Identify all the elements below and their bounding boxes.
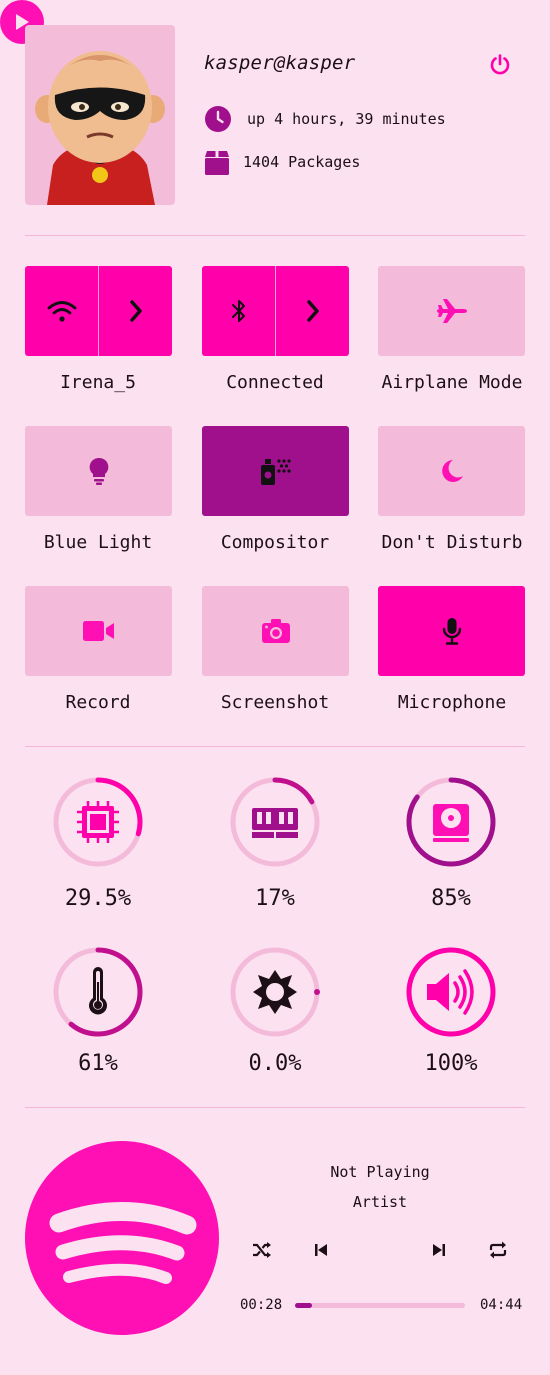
chevron-right-icon — [129, 300, 142, 322]
camera-icon — [261, 619, 290, 643]
record-label: Record — [65, 692, 131, 713]
airplane-icon — [436, 299, 467, 323]
video-camera-icon — [82, 621, 114, 641]
wifi-icon — [47, 301, 76, 322]
temperature-value: 61% — [78, 1051, 118, 1076]
cpu-icon — [77, 801, 119, 843]
username: kasper@kasper — [204, 52, 356, 74]
packages-count: 1404 Packages — [243, 153, 361, 171]
elapsed-time: 00:28 — [240, 1297, 283, 1313]
temperature-gauge — [52, 946, 144, 1038]
thermometer-icon — [89, 967, 107, 1015]
ram-gauge — [229, 776, 321, 868]
track-title: Not Playing — [330, 1163, 430, 1181]
power-icon — [490, 54, 510, 75]
spotify-logo — [25, 1141, 219, 1335]
next-button[interactable] — [427, 1238, 451, 1262]
clock-icon — [205, 106, 231, 132]
progress-bar[interactable] — [295, 1303, 465, 1308]
shuffle-icon — [253, 1242, 271, 1258]
wifi-menu-button[interactable] — [98, 266, 172, 356]
microphone-label: Microphone — [397, 692, 507, 713]
divider — [25, 235, 525, 236]
blue-light-label: Blue Light — [43, 532, 153, 553]
uptime-text: up 4 hours, 39 minutes — [247, 110, 446, 128]
volume-gauge[interactable] — [405, 946, 497, 1038]
wifi-tile — [25, 266, 172, 356]
brightness-gauge — [229, 946, 321, 1038]
microphone-toggle[interactable] — [378, 586, 525, 676]
screenshot-button[interactable] — [202, 586, 349, 676]
volume-icon — [427, 969, 474, 1015]
cpu-value: 29.5% — [64, 886, 132, 911]
bluetooth-menu-button[interactable] — [275, 266, 349, 356]
power-button[interactable] — [485, 50, 515, 80]
disk-icon — [433, 804, 469, 842]
chevron-right-icon — [306, 300, 319, 322]
track-artist: Artist — [352, 1193, 408, 1211]
skip-next-icon — [433, 1244, 445, 1256]
blue-light-toggle[interactable] — [25, 426, 172, 516]
repeat-button[interactable] — [486, 1238, 510, 1262]
shuffle-button[interactable] — [250, 1238, 274, 1262]
wifi-toggle[interactable] — [25, 266, 98, 356]
skip-previous-icon — [315, 1244, 327, 1256]
bluetooth-toggle[interactable] — [202, 266, 275, 356]
bluetooth-tile — [202, 266, 349, 356]
divider — [25, 746, 525, 747]
disk-value: 85% — [431, 886, 471, 911]
repeat-icon — [489, 1241, 507, 1259]
ram-value: 17% — [255, 886, 295, 911]
lightbulb-icon — [89, 457, 108, 485]
bluetooth-label: Connected — [226, 372, 324, 393]
microphone-icon — [442, 618, 461, 645]
airplane-mode-toggle[interactable] — [378, 266, 525, 356]
airplane-mode-label: Airplane Mode — [381, 372, 523, 393]
cpu-gauge — [52, 776, 144, 868]
brightness-icon — [253, 970, 297, 1014]
bluetooth-icon — [231, 300, 245, 322]
volume-value: 100% — [424, 1051, 478, 1076]
previous-button[interactable] — [309, 1238, 333, 1262]
user-avatar — [25, 25, 175, 205]
compositor-toggle[interactable] — [202, 426, 349, 516]
spray-can-icon — [260, 459, 291, 485]
do-not-disturb-label: Don't Disturb — [381, 532, 523, 553]
brightness-value: 0.0% — [248, 1051, 302, 1076]
moon-icon — [441, 460, 463, 482]
disk-gauge — [405, 776, 497, 868]
do-not-disturb-toggle[interactable] — [378, 426, 525, 516]
compositor-label: Compositor — [220, 532, 330, 553]
screenshot-label: Screenshot — [220, 692, 330, 713]
package-icon — [204, 150, 230, 176]
wifi-label: Irena_5 — [60, 372, 136, 393]
divider — [25, 1107, 525, 1108]
record-toggle[interactable] — [25, 586, 172, 676]
progress-bar-fill — [295, 1303, 312, 1308]
total-time: 04:44 — [480, 1297, 523, 1313]
